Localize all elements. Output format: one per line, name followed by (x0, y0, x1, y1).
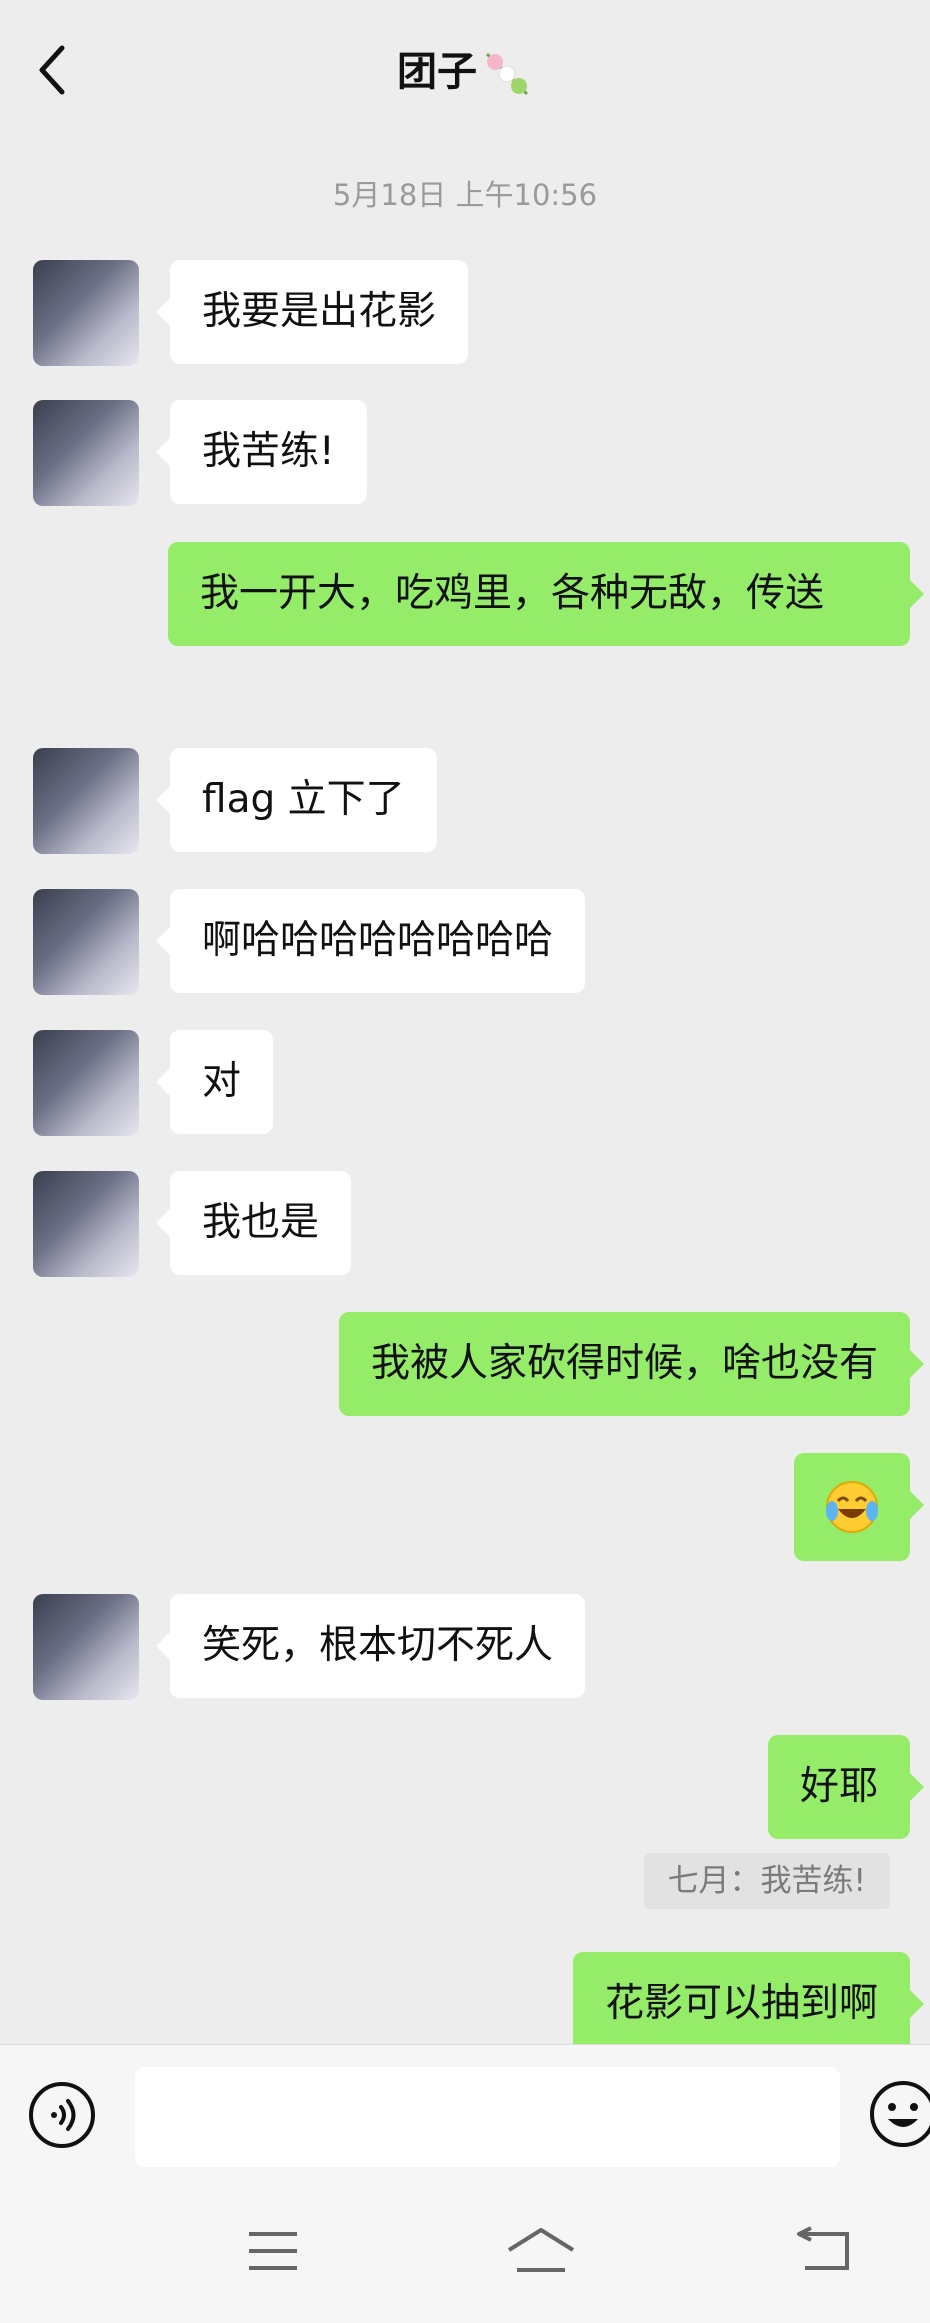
incoming-message[interactable]: 笑死，根本切不死人 (155, 1594, 586, 1698)
contact-avatar[interactable] (33, 889, 139, 995)
contact-avatar[interactable] (33, 748, 139, 854)
contact-avatar[interactable] (33, 1594, 139, 1700)
contact-avatar[interactable] (33, 1171, 139, 1277)
input-bar (0, 2044, 930, 2185)
outgoing-message[interactable]: 好耶 (767, 1735, 925, 1839)
message-input[interactable] (135, 2067, 840, 2167)
contact-avatar[interactable] (33, 400, 139, 506)
voice-icon[interactable] (28, 2081, 96, 2149)
emoji-icon[interactable] (868, 2079, 930, 2149)
chat-title-text: 团子 (397, 49, 477, 95)
contact-avatar[interactable] (33, 1030, 139, 1136)
message-timestamp: 5月18日 上午10:56 (332, 178, 598, 212)
home-icon[interactable] (505, 2226, 577, 2278)
system-nav-bar (0, 2184, 930, 2323)
top-bar: 团子 (0, 0, 930, 150)
laughing-tears-emoji-icon (826, 1481, 878, 1533)
contact-avatar[interactable] (33, 260, 139, 366)
incoming-message[interactable]: 啊哈哈哈哈哈哈哈哈 (155, 889, 586, 993)
menu-icon[interactable] (245, 2226, 301, 2276)
incoming-message[interactable]: flag 立下了 (156, 748, 437, 852)
chat-title[interactable]: 团子 (0, 44, 930, 100)
outgoing-message[interactable]: 花影可以抽到啊 (572, 1952, 925, 2056)
incoming-message[interactable]: 我也是 (155, 1171, 352, 1275)
outgoing-emoji-message[interactable] (794, 1453, 924, 1561)
incoming-message[interactable]: 对 (155, 1030, 274, 1134)
dango-icon (485, 52, 529, 96)
incoming-message[interactable]: 我要是出花影 (155, 260, 469, 364)
incoming-message[interactable]: 我苦练! (156, 400, 367, 504)
quoted-reply[interactable]: 七月：我苦练! (643, 1853, 890, 1909)
back-icon[interactable] (795, 2226, 855, 2276)
outgoing-message[interactable]: 我一开大，吃鸡里，各种无敌，传送 (168, 542, 924, 646)
outgoing-message[interactable]: 我被人家砍得时候，啥也没有 (338, 1312, 925, 1416)
